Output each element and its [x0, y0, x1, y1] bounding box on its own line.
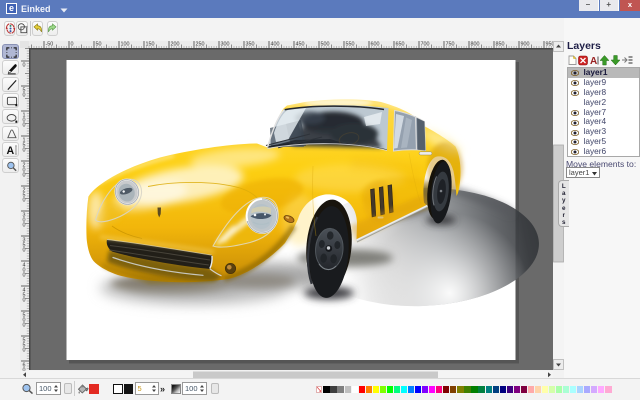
svg-text:250: 250 — [196, 42, 205, 48]
svg-text:150: 150 — [146, 42, 155, 48]
svg-text:700: 700 — [421, 42, 430, 48]
svg-text:0: 0 — [71, 42, 74, 48]
svg-text:850: 850 — [496, 42, 505, 48]
svg-text:450: 450 — [296, 42, 305, 48]
svg-text:A: A — [590, 56, 597, 66]
svg-text:900: 900 — [521, 42, 530, 48]
svg-text:0: 0 — [23, 63, 26, 69]
svg-text:400: 400 — [271, 42, 280, 48]
svg-text:350: 350 — [246, 42, 255, 48]
svg-text:200: 200 — [171, 42, 180, 48]
svg-text:500: 500 — [321, 42, 330, 48]
svg-text:300: 300 — [221, 42, 230, 48]
svg-text:800: 800 — [471, 42, 480, 48]
svg-text:750: 750 — [446, 42, 455, 48]
svg-text:0: 0 — [23, 93, 26, 99]
svg-text:650: 650 — [396, 42, 405, 48]
svg-text:100: 100 — [121, 42, 130, 48]
svg-text:550: 550 — [346, 42, 355, 48]
svg-text:600: 600 — [371, 42, 380, 48]
